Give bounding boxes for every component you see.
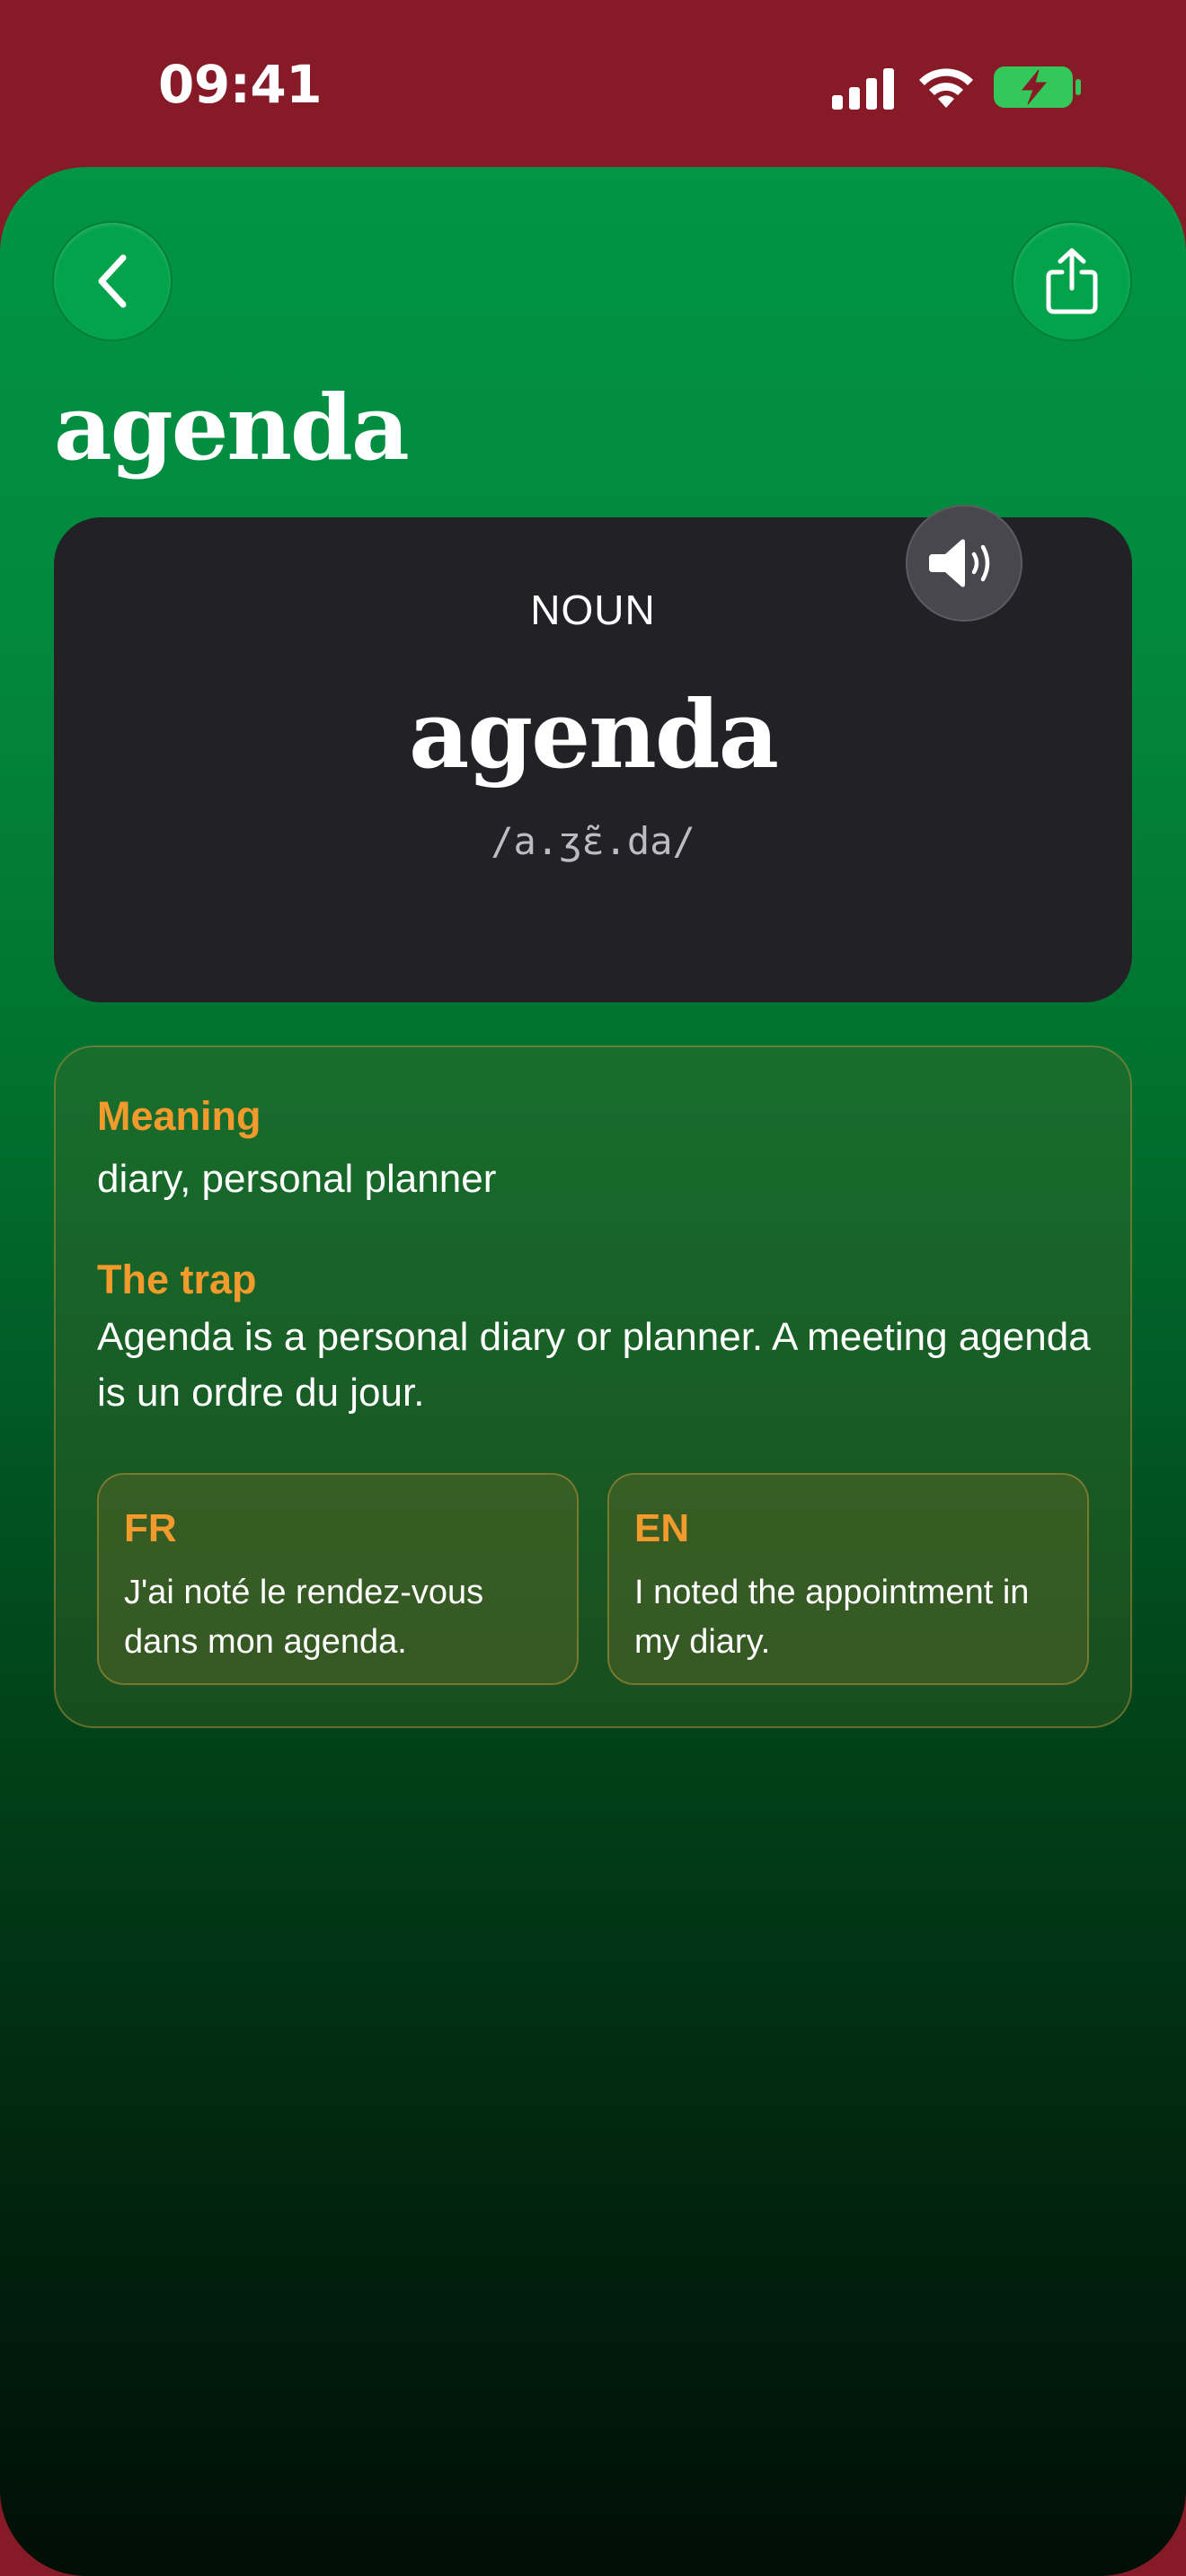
- cellular-signal-icon: [832, 68, 894, 110]
- share-button[interactable]: [1012, 221, 1132, 341]
- word-detail-sheet: agenda NOUN agenda /a.ʒɛ̃.da/ Meaning di…: [0, 167, 1186, 2576]
- status-bar: 09:41: [0, 0, 1186, 167]
- example-lang: EN: [634, 1506, 690, 1550]
- screen: 09:41 agenda NOUN agenda /a.ʒɛ̃.da/ Mean…: [0, 0, 1186, 2576]
- example-lang: FR: [124, 1506, 177, 1550]
- example-fr: FR J'ai noté le rendez-vous dans mon age…: [97, 1473, 579, 1685]
- info-card: Meaning diary, personal planner The trap…: [54, 1045, 1132, 1728]
- meaning-label: Meaning: [97, 1093, 261, 1139]
- example-text: J'ai noté le rendez-vous dans mon agenda…: [124, 1574, 484, 1661]
- play-pronunciation-button[interactable]: [906, 505, 1022, 622]
- example-text: I noted the appointment in my diary.: [634, 1574, 1030, 1661]
- example-en: EN I noted the appointment in my diary.: [607, 1473, 1089, 1685]
- back-button[interactable]: [52, 221, 173, 341]
- chevron-left-icon: [98, 254, 127, 308]
- headword: agenda: [409, 679, 779, 790]
- battery-charging-icon: [994, 66, 1081, 108]
- speaker-icon: [929, 539, 990, 587]
- pronunciation: /a.ʒɛ̃.da/: [491, 819, 695, 863]
- trap-label: The trap: [97, 1257, 257, 1302]
- share-icon: [1046, 248, 1098, 314]
- trap-text: Agenda is a personal diary or planner. A…: [97, 1315, 1091, 1415]
- status-time: 09:41: [158, 54, 323, 115]
- page-title: agenda: [54, 375, 410, 481]
- wifi-icon: [919, 68, 973, 108]
- meaning-text: diary, personal planner: [97, 1157, 497, 1201]
